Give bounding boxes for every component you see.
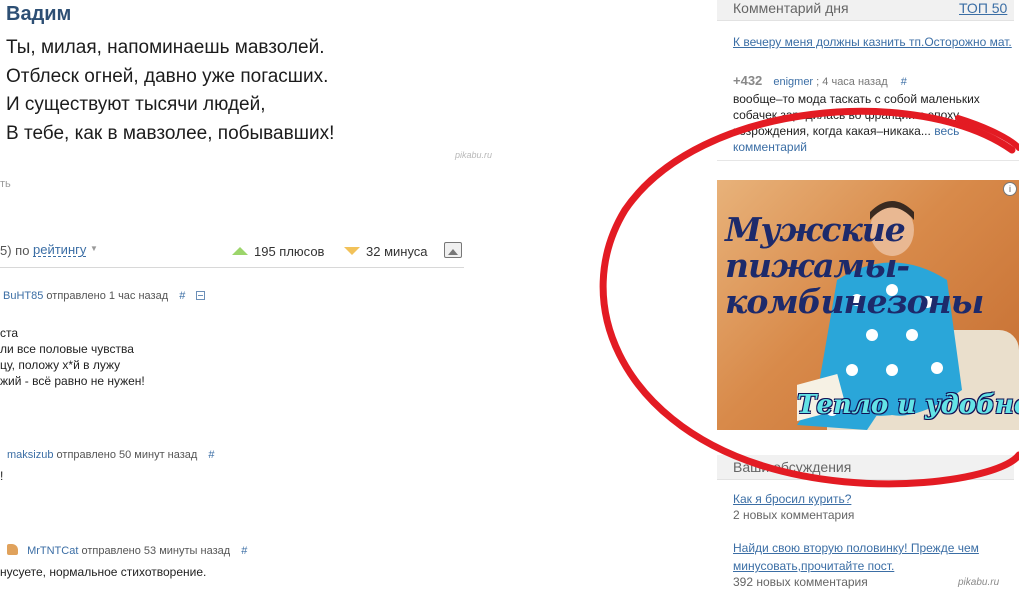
divider [717, 160, 1019, 161]
comment-username[interactable]: maksizub [7, 449, 53, 461]
poem-line: Отблеск огней, давно уже погасших. [6, 65, 329, 87]
comment-of-day-username[interactable]: enigmer [773, 76, 813, 88]
post-action-link[interactable]: ть [0, 178, 11, 190]
post-author: Вадим [6, 3, 72, 25]
ad-headline-line: пижамы- [725, 246, 910, 285]
comment-time: отправлено 1 час назад [46, 290, 169, 302]
minuses-label: 32 минуса [366, 244, 428, 259]
footer-watermark: pikabu.ru [958, 577, 1000, 588]
poem-line: В тебе, как в мавзолее, побывавших! [6, 122, 335, 144]
ad-headline-line: комбинезоны [725, 282, 984, 321]
cat-avatar-icon [7, 544, 18, 555]
comment-of-day-header: Комментарий дня ТОП 50 [717, 0, 1014, 21]
comment-of-day-body: вообще–то мода таскать с собой маленьких… [733, 91, 1015, 155]
discussion-new-count: 2 новых комментария [733, 508, 855, 522]
plus-arrow-icon [232, 247, 248, 255]
comment-of-day-title: Комментарий дня [733, 0, 849, 16]
chevron-down-icon[interactable]: ▼ [90, 244, 98, 253]
comment-line: ли все половые чувства [0, 342, 134, 356]
comment-score: +432 [733, 73, 763, 88]
comment-of-day-permalink[interactable]: # [901, 76, 907, 88]
sidebar: Комментарий дня ТОП 50 К вечеру меня дол… [717, 0, 1019, 595]
comment-body: нусуете, нормальное стихотворение. [0, 564, 206, 580]
comment-line: ! [0, 469, 4, 483]
ad-headline: Мужские пижамы- комбинезоны [725, 210, 984, 321]
ad-tagline: Тепло и удобно! [797, 390, 1019, 420]
comment-permalink[interactable]: # [208, 449, 214, 461]
discussion-link[interactable]: Как я бросил курить? [733, 492, 851, 506]
pajama-advertisement[interactable]: Мужские пижамы- комбинезоны Тепло и удоб… [717, 180, 1019, 430]
top-50-link[interactable]: ТОП 50 [959, 0, 1007, 16]
comment-of-day-time: ; 4 часа назад [816, 76, 888, 88]
discussions-title: Ваши обсуждения [733, 459, 852, 475]
comment-of-day-post-link[interactable]: К вечеру меня должны казнить тп.Осторожн… [733, 34, 1015, 51]
comment-line: ста [0, 326, 19, 340]
comment-meta: maksizub отправлено 50 минут назад # [7, 449, 215, 461]
minuses-count[interactable]: 32 минуса [344, 244, 428, 259]
poem-line: И существуют тысячи людей, [6, 94, 266, 116]
comment-permalink[interactable]: # [241, 545, 247, 557]
comment-meta: BuHT85 отправлено 1 час назад # [3, 290, 206, 302]
minus-arrow-icon [344, 247, 360, 255]
sort-prefix: 5) по [0, 243, 30, 258]
image-watermark: pikabu.ru [455, 150, 493, 160]
discussions-header: Ваши обсуждения [717, 455, 1014, 480]
image-icon[interactable] [444, 242, 462, 258]
comment-body: ста ли все половые чувства цу, положу х*… [0, 325, 145, 389]
discussion-item: Как я бросил курить? 2 новых комментария [733, 490, 1015, 522]
comment-meta: MrTNTCat отправлено 53 минуты назад # [7, 544, 247, 557]
comment-of-day-meta: +432 enigmer ; 4 часа назад # [733, 73, 907, 88]
comment-username[interactable]: MrTNTCat [27, 545, 78, 557]
comment-line: цу, положу х*й в лужу [0, 358, 121, 372]
comments-sort-bar: 5) по рейтингу ▼ 195 плюсов 32 минуса [0, 241, 464, 268]
comment-time: отправлено 53 минуты назад [81, 545, 231, 557]
ad-info-icon[interactable]: i [1003, 182, 1017, 196]
comment-time: отправлено 50 минут назад [56, 449, 198, 461]
ad-headline-line: Мужские [725, 210, 906, 249]
poem-line: Ты, милая, напоминаешь мавзолей. [6, 37, 325, 58]
comment-line: жий - всё равно не нужен! [0, 374, 145, 388]
collapse-icon[interactable] [196, 291, 206, 300]
discussion-link[interactable]: Найди свою вторую половинку! Прежде чем … [733, 541, 979, 573]
comment-line: нусуете, нормальное стихотворение. [0, 565, 207, 579]
post-poem: Ты, милая, напоминаешь мавзолей. Отблеск… [6, 34, 334, 148]
pluses-label: 195 плюсов [254, 244, 325, 259]
pluses-count[interactable]: 195 плюсов [232, 244, 324, 259]
comment-permalink[interactable]: # [179, 290, 185, 302]
comment-body: ! [0, 468, 3, 484]
sort-by-rating-dropdown[interactable]: рейтингу [33, 243, 87, 257]
comment-username[interactable]: BuHT85 [3, 290, 43, 302]
